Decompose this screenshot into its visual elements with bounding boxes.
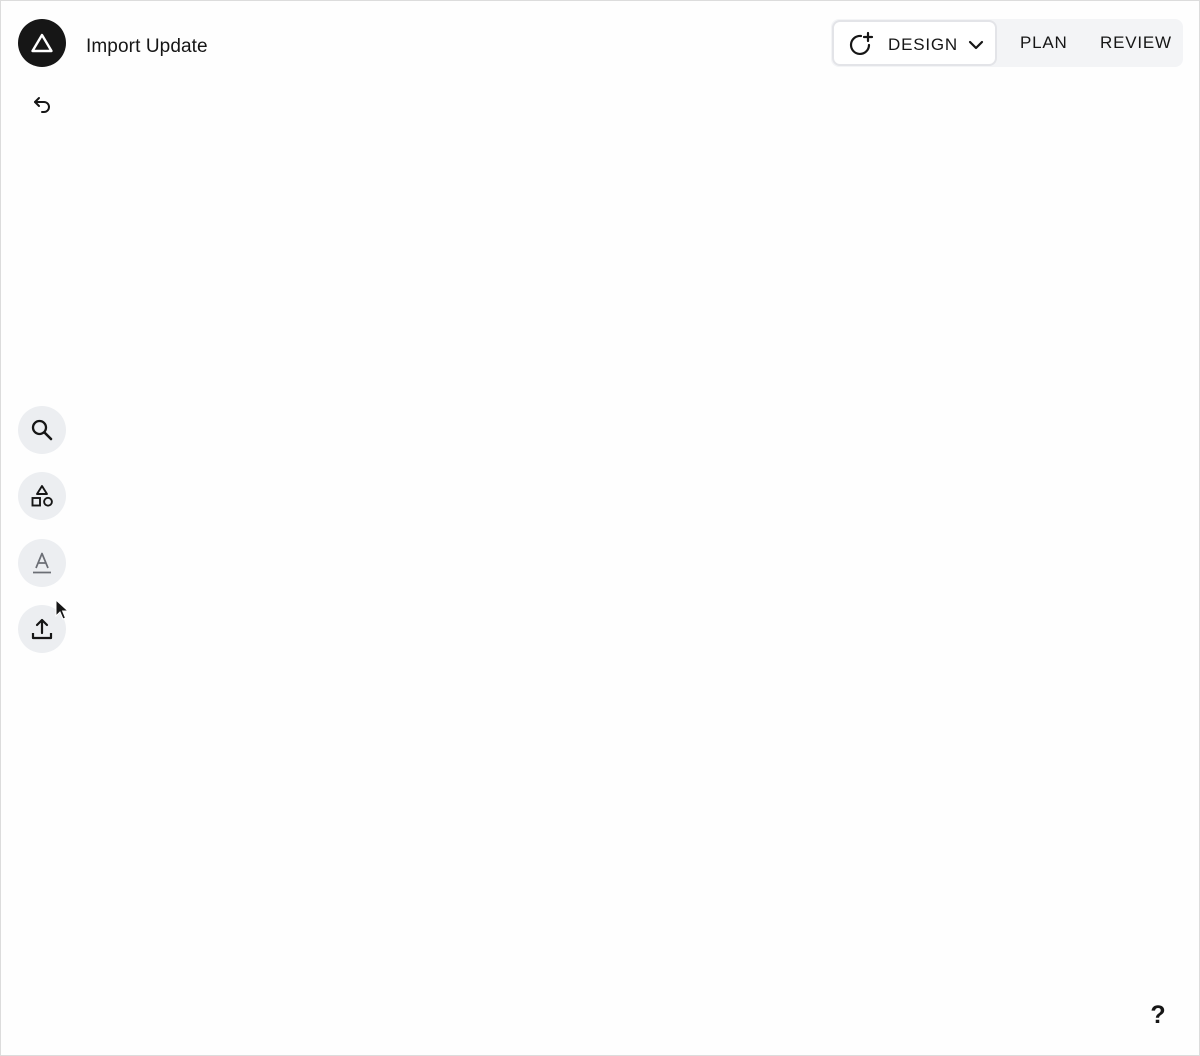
text-icon — [33, 552, 51, 574]
tab-review[interactable]: REVIEW — [1100, 32, 1172, 54]
help-button[interactable]: ? — [1148, 1001, 1168, 1029]
mode-design-label: DESIGN — [888, 35, 958, 54]
search-icon — [31, 419, 53, 441]
tab-plan[interactable]: PLAN — [1020, 32, 1068, 54]
mode-switch: DESIGN PLAN REVIEW — [831, 19, 1183, 67]
undo-icon — [34, 97, 50, 113]
shapes-icon — [31, 485, 53, 507]
undo-button[interactable] — [26, 89, 58, 121]
refresh-add-icon — [849, 31, 874, 56]
upload-icon — [31, 618, 53, 640]
triangle-logo-icon[interactable] — [18, 19, 66, 67]
shapes-button[interactable] — [18, 472, 66, 520]
text-button[interactable] — [18, 539, 66, 587]
mouse-pointer-icon — [55, 599, 69, 620]
search-button[interactable] — [18, 406, 66, 454]
document-title: Import Update — [86, 36, 208, 57]
chevron-down-icon — [968, 40, 984, 50]
mode-design-dropdown[interactable]: DESIGN — [832, 20, 997, 66]
app-canvas[interactable]: Import Update DESIGN PLAN REVIEW ? — [0, 0, 1200, 1056]
